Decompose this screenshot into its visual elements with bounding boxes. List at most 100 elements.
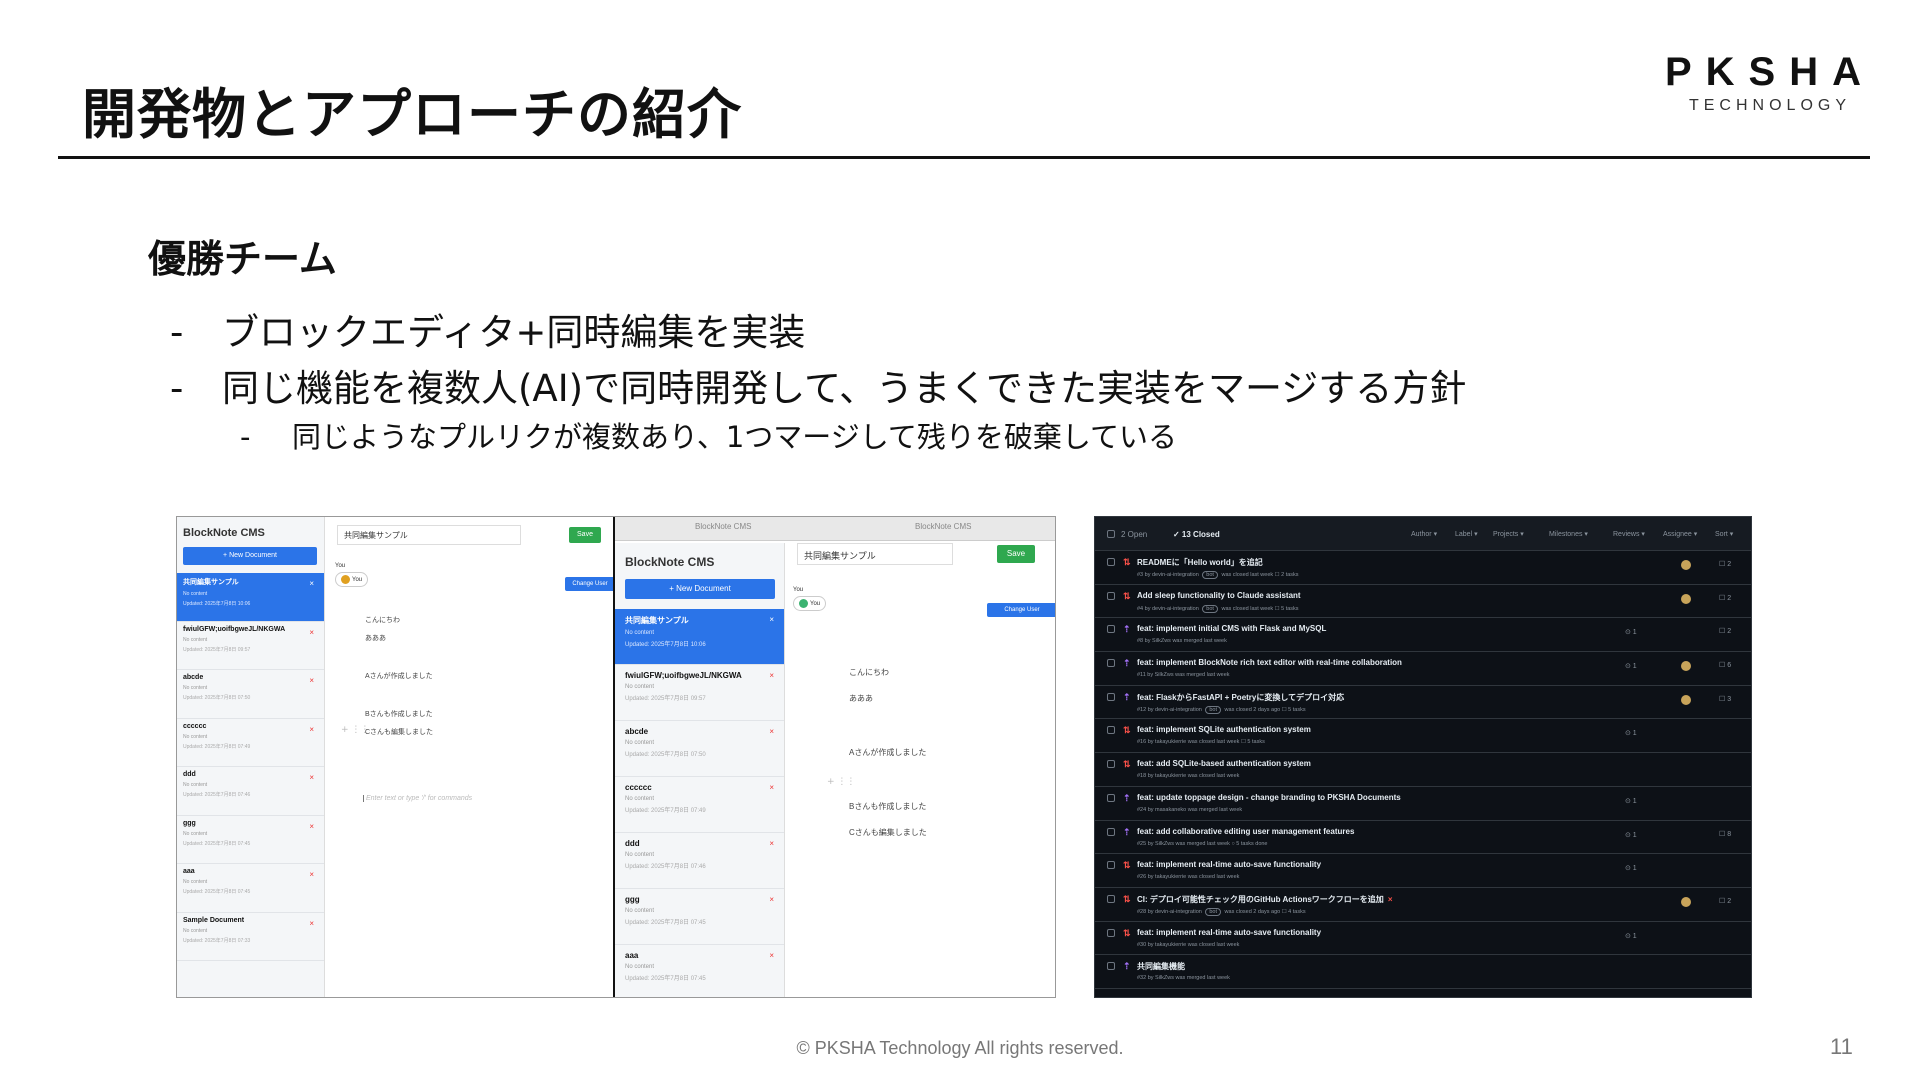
pr-checkbox[interactable] <box>1107 928 1115 937</box>
browser-tab[interactable]: BlockNote CMS <box>695 522 751 531</box>
pr-checkbox[interactable] <box>1107 625 1115 634</box>
pr-title-text[interactable]: feat: add collaborative editing user man… <box>1137 827 1354 836</box>
new-document-button[interactable]: + New Document <box>625 579 775 599</box>
assignee-avatar[interactable] <box>1681 560 1691 570</box>
delete-document-icon[interactable]: × <box>309 773 314 782</box>
assignee-filter[interactable]: Assignee ▾ <box>1663 530 1697 538</box>
editor-block[interactable]: Aさんが作成しました <box>849 747 926 758</box>
assignee-avatar[interactable] <box>1681 694 1691 705</box>
comment-count[interactable]: ☐ 6 <box>1719 661 1731 669</box>
document-list-item[interactable]: ggg No content Updated: 2025年7月8日 07:45 × <box>177 816 324 864</box>
pr-row[interactable]: ⇡ 共同編集機能 #32 by SilkZws was merged last we… <box>1095 955 1751 989</box>
delete-document-icon[interactable]: × <box>769 951 774 960</box>
reviews-filter[interactable]: Reviews ▾ <box>1613 530 1645 538</box>
projects-filter[interactable]: Projects ▾ <box>1493 530 1524 538</box>
delete-document-icon[interactable]: × <box>309 919 314 928</box>
delete-document-icon[interactable]: × <box>769 839 774 848</box>
pr-checkbox[interactable] <box>1107 558 1115 566</box>
pr-title[interactable]: feat: update toppage design - change bra… <box>1137 793 1401 802</box>
document-list-item[interactable]: cccccc No content Updated: 2025年7月8日 07:49… <box>615 777 784 833</box>
pr-title-text[interactable]: READMEに「Hello world」を追記 <box>1137 558 1263 567</box>
pr-checkbox[interactable] <box>1107 793 1115 802</box>
pr-title[interactable]: READMEに「Hello world」を追記 <box>1137 557 1263 568</box>
editor-block[interactable]: Cさんも編集しました <box>365 727 433 737</box>
document-list-item[interactable]: aaa No content Updated: 2025年7月8日 07:45 × <box>615 945 784 997</box>
pr-row[interactable]: ⇡ feat: implement initial CMS with Flask … <box>1095 618 1751 653</box>
pr-checkbox[interactable] <box>1107 726 1115 735</box>
pr-title-text[interactable]: 共同編集機能 <box>1137 962 1185 971</box>
label-filter[interactable]: Label ▾ <box>1455 530 1478 538</box>
assignee-avatar[interactable] <box>1681 896 1691 907</box>
comment-count[interactable]: ☐ 3 <box>1719 695 1731 703</box>
pr-checkbox[interactable] <box>1107 591 1115 600</box>
pr-title-text[interactable]: feat: implement initial CMS with Flask a… <box>1137 624 1326 633</box>
closed-filter[interactable]: ✓ 13 Closed <box>1173 530 1220 539</box>
delete-document-icon[interactable]: × <box>769 783 774 792</box>
pr-checkbox[interactable] <box>1107 894 1115 903</box>
pr-title-text[interactable]: Add sleep functionality to Claude assist… <box>1137 591 1301 600</box>
delete-document-icon[interactable]: × <box>769 615 774 624</box>
document-title-input[interactable]: 共同編集サンプル <box>797 543 953 565</box>
pr-title[interactable]: feat: implement real-time auto-save func… <box>1137 928 1321 937</box>
pr-title[interactable]: feat: add SQLite-based authentication sy… <box>1137 759 1311 768</box>
add-block-icon[interactable]: + ⋮⋮ <box>827 777 855 787</box>
comment-count[interactable]: ☐ 2 <box>1719 627 1731 635</box>
pr-title-text[interactable]: feat: implement SQLite authentication sy… <box>1137 725 1311 734</box>
pr-row[interactable]: ⇅ feat: implement real-time auto-save fun… <box>1095 922 1751 956</box>
new-document-button[interactable]: + New Document <box>183 547 317 565</box>
pr-title[interactable]: Add sleep functionality to Claude assist… <box>1137 591 1301 600</box>
delete-document-icon[interactable]: × <box>309 628 314 637</box>
delete-document-icon[interactable]: × <box>309 870 314 879</box>
document-list-item[interactable]: abcde No content Updated: 2025年7月8日 07:50 × <box>615 721 784 777</box>
editor-block[interactable]: こんにちわ <box>849 667 889 678</box>
document-list-item[interactable]: fwiulGFW;uoifbgweJL/NKGWA No content Updat… <box>177 622 324 670</box>
pr-row[interactable]: ⇅ feat: add SQLite-based authentication s… <box>1095 753 1751 787</box>
assignee-avatar[interactable] <box>1681 593 1691 604</box>
delete-document-icon[interactable]: × <box>309 822 314 831</box>
editor-block[interactable]: Bさんも作成しました <box>849 801 926 812</box>
save-button[interactable]: Save <box>569 527 601 543</box>
document-list-item[interactable]: abcde No content Updated: 2025年7月8日 07:50 × <box>177 670 324 719</box>
pr-checkbox[interactable] <box>1107 692 1115 701</box>
comment-count[interactable]: ☐ 2 <box>1719 897 1731 905</box>
document-list-item[interactable]: ddd No content Updated: 2025年7月8日 07:46 × <box>177 767 324 816</box>
pr-title-text[interactable]: feat: implement real-time auto-save func… <box>1137 928 1321 937</box>
document-list-item[interactable]: ddd No content Updated: 2025年7月8日 07:46 × <box>615 833 784 889</box>
delete-document-icon[interactable]: × <box>769 671 774 680</box>
pr-title-text[interactable]: feat: FlaskからFastAPI + Poetryに変換してデプロイ対応 <box>1137 693 1344 702</box>
delete-document-icon[interactable]: × <box>309 579 314 588</box>
pr-checkbox[interactable] <box>1107 760 1115 769</box>
save-button[interactable]: Save <box>997 545 1035 563</box>
pr-row[interactable]: ⇡ feat: FlaskからFastAPI + Poetryに変換してデプロイ対… <box>1095 686 1751 720</box>
document-list-item[interactable]: Sample Document No content Updated: 2025年7… <box>177 913 324 961</box>
document-list-item[interactable]: cccccc No content Updated: 2025年7月8日 07:49… <box>177 719 324 767</box>
pr-title[interactable]: feat: implement SQLite authentication sy… <box>1137 725 1311 734</box>
open-filter[interactable]: 2 Open <box>1121 530 1147 539</box>
sort-filter[interactable]: Sort ▾ <box>1715 530 1733 538</box>
pr-title-text[interactable]: feat: implement BlockNote rich text edit… <box>1137 658 1402 667</box>
select-all-checkbox[interactable] <box>1107 530 1115 538</box>
delete-document-icon[interactable]: × <box>769 895 774 904</box>
pr-title[interactable]: 共同編集機能 <box>1137 961 1185 972</box>
document-title-input[interactable]: 共同編集サンプル <box>337 525 521 545</box>
editor-block[interactable]: Bさんも作成しました <box>365 709 433 719</box>
pr-checkbox[interactable] <box>1107 827 1115 836</box>
editor-block[interactable]: あああ <box>365 633 386 643</box>
pr-row[interactable]: ⇡ feat: implement BlockNote rich text edi… <box>1095 652 1751 686</box>
pr-title-text[interactable]: feat: update toppage design - change bra… <box>1137 793 1401 802</box>
comment-count[interactable]: ☐ 8 <box>1719 830 1731 838</box>
pr-row[interactable]: ⇡ feat: update toppage design - change br… <box>1095 787 1751 821</box>
pr-title[interactable]: feat: FlaskからFastAPI + Poetryに変換してデプロイ対応 <box>1137 692 1344 703</box>
comment-count[interactable]: ☐ 2 <box>1719 594 1731 602</box>
change-user-button[interactable]: Change User <box>987 603 1055 617</box>
pr-title[interactable]: feat: add collaborative editing user man… <box>1137 827 1354 836</box>
document-list-item[interactable]: ggg No content Updated: 2025年7月8日 07:45 × <box>615 889 784 945</box>
pr-checkbox[interactable] <box>1107 962 1115 971</box>
pr-title-text[interactable]: CI: デプロイ可能性チェック用のGitHub Actionsワークフローを追加 <box>1137 895 1384 904</box>
pr-row[interactable]: ⇅ feat: implement real-time auto-save fun… <box>1095 854 1751 888</box>
milestones-filter[interactable]: Milestones ▾ <box>1549 530 1588 538</box>
editor-block[interactable]: Aさんが作成しました <box>365 671 433 681</box>
editor-block[interactable]: こんにちわ <box>365 615 400 625</box>
pr-title[interactable]: feat: implement initial CMS with Flask a… <box>1137 624 1326 633</box>
pr-checkbox[interactable] <box>1107 861 1115 870</box>
